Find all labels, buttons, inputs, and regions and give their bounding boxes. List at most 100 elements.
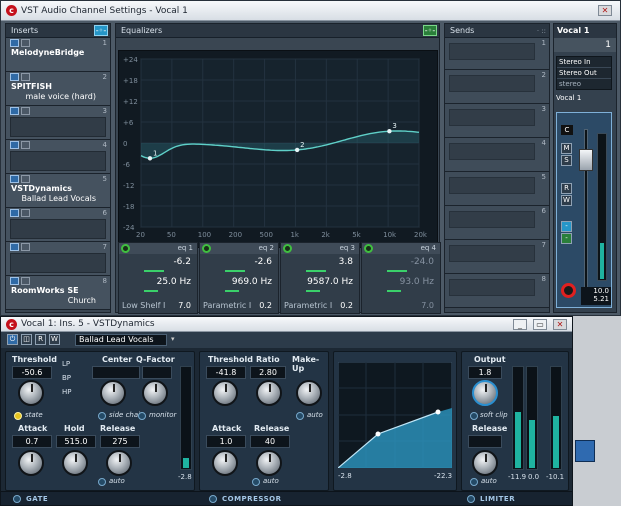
gate-qfactor-value[interactable] — [142, 366, 172, 379]
insert-bypass-icon[interactable] — [21, 73, 30, 81]
eq-bypass-icon[interactable]: -◦- — [423, 25, 437, 36]
eq-bypass-small-icon[interactable]: - — [561, 233, 572, 244]
plugin-bypass-icon[interactable]: ◫ — [21, 334, 32, 345]
insert-slot[interactable]: 1 MelodyneBridge — [6, 38, 110, 72]
send-slot[interactable]: 7 — [445, 240, 549, 274]
close-dynamics-button[interactable]: ✕ — [553, 319, 567, 330]
limiter-output-knob[interactable] — [472, 380, 498, 406]
comp-auto-icon[interactable] — [296, 412, 304, 420]
eq-type-label[interactable]: Parametric I — [203, 301, 251, 310]
send-slot[interactable]: 1 — [445, 38, 549, 70]
insert-bypass-icon[interactable] — [21, 141, 30, 149]
plugin-write-button[interactable]: W — [49, 334, 60, 345]
mute-button[interactable]: M — [561, 143, 572, 154]
limiter-auto-icon[interactable] — [470, 478, 478, 486]
record-enable-icon[interactable] — [561, 283, 576, 298]
comp-attack-knob[interactable] — [212, 450, 238, 476]
empty-insert-field[interactable] — [10, 219, 106, 239]
gate-hold-value[interactable]: 515.0 — [56, 435, 96, 448]
comp-attack-value[interactable]: 1.0 — [206, 435, 246, 448]
eq-type-label[interactable]: Parametric I — [284, 301, 332, 310]
insert-slot[interactable]: 3 — [6, 106, 110, 140]
gate-sidechain-icon[interactable] — [98, 412, 106, 420]
gate-monitor-icon[interactable] — [138, 412, 146, 420]
insert-power-icon[interactable] — [10, 277, 19, 285]
output-routing[interactable]: Stereo Out — [557, 68, 611, 79]
insert-bypass-icon[interactable] — [21, 175, 30, 183]
insert-plugin-name[interactable]: MelodyneBridge — [11, 48, 84, 57]
limiter-output-value[interactable]: 1.8 — [468, 366, 502, 379]
eq-freq-value[interactable]: 9587.0 Hz — [307, 277, 353, 287]
insert-power-icon[interactable] — [10, 243, 19, 251]
send-destination-field[interactable] — [449, 43, 535, 60]
plugin-read-button[interactable]: R — [35, 334, 46, 345]
send-destination-field[interactable] — [449, 109, 535, 126]
comp-ratio-knob[interactable] — [256, 380, 282, 406]
eq-q-value[interactable]: 0.2 — [259, 301, 272, 310]
insert-bypass-icon[interactable] — [21, 107, 30, 115]
insert-slot[interactable]: 4 — [6, 140, 110, 174]
gate-attack-value[interactable]: 0.7 — [12, 435, 52, 448]
gate-qfactor-knob[interactable] — [142, 380, 168, 406]
insert-power-icon[interactable] — [10, 73, 19, 81]
insert-plugin-name[interactable]: SPITFISH — [11, 82, 52, 91]
send-destination-field[interactable] — [449, 75, 535, 92]
gate-state-led-icon[interactable] — [14, 412, 22, 420]
limiter-softclip-icon[interactable] — [470, 412, 478, 420]
send-destination-field[interactable] — [449, 279, 535, 296]
empty-insert-field[interactable] — [10, 253, 106, 273]
send-destination-field[interactable] — [449, 143, 535, 160]
close-window-button[interactable]: ✕ — [598, 5, 612, 16]
comp-release-knob[interactable] — [256, 450, 282, 476]
insert-bypass-icon[interactable] — [21, 277, 30, 285]
preset-menu-icon[interactable]: ▾ — [171, 335, 181, 345]
gate-enable-icon[interactable] — [13, 495, 21, 503]
insert-slot[interactable]: 5 VSTDynamics Ballad Lead Vocals — [6, 174, 110, 208]
dynamics-titlebar[interactable]: c Vocal 1: Ins. 5 - VSTDynamics _ ▭ ✕ — [1, 317, 572, 332]
eq-band-power-icon[interactable] — [283, 244, 292, 253]
plugin-power-icon[interactable]: ⏻ — [7, 334, 18, 345]
eq-curve-display[interactable]: +24 +18 +12 +6 0 -6 -12 -18 -2420 50 100 200 500 1k 2k… — [119, 51, 439, 249]
comp-threshold-knob[interactable] — [212, 380, 238, 406]
gate-release-value[interactable]: 275 — [100, 435, 140, 448]
eq-q-value[interactable]: 7.0 — [421, 301, 434, 310]
eq-gain-value[interactable]: -2.6 — [254, 257, 272, 267]
insert-slot[interactable]: 2 SPITFISH male voice (hard) — [6, 72, 110, 106]
eq-band-power-icon[interactable] — [202, 244, 211, 253]
send-slot[interactable]: 3 — [445, 104, 549, 138]
sends-options-icon[interactable]: · :: — [537, 24, 546, 38]
limiter-enable-icon[interactable] — [467, 495, 475, 503]
gate-attack-knob[interactable] — [18, 450, 44, 476]
insert-preset-name[interactable]: Church — [68, 296, 96, 305]
insert-power-icon[interactable] — [10, 141, 19, 149]
insert-preset-name[interactable]: male voice (hard) — [25, 92, 96, 101]
eq-q-value[interactable]: 0.2 — [340, 301, 353, 310]
send-slot[interactable]: 8 — [445, 274, 549, 308]
gate-auto-icon[interactable] — [98, 478, 106, 486]
insert-power-icon[interactable] — [10, 107, 19, 115]
insert-slot[interactable]: 7 — [6, 242, 110, 276]
inserts-bypass-icon[interactable]: -◦- — [94, 25, 108, 36]
eq-gain-value[interactable]: 3.8 — [339, 257, 353, 267]
eq-freq-value[interactable]: 25.0 Hz — [157, 277, 191, 287]
maximize-button[interactable]: ▭ — [533, 319, 547, 330]
insert-preset-name[interactable]: Ballad Lead Vocals — [21, 194, 96, 203]
send-destination-field[interactable] — [449, 211, 535, 228]
input-routing[interactable]: Stereo In — [557, 57, 611, 68]
eq-freq-value[interactable]: 93.0 Hz — [400, 277, 434, 287]
empty-insert-field[interactable] — [10, 151, 106, 171]
comp-makeup-knob[interactable] — [296, 380, 322, 406]
comp-release-value[interactable]: 40 — [250, 435, 290, 448]
gate-center-value[interactable] — [92, 366, 140, 379]
gate-release-knob[interactable] — [106, 450, 132, 476]
eq-band-power-icon[interactable] — [364, 244, 373, 253]
channel-titlebar[interactable]: c VST Audio Channel Settings - Vocal 1 ✕ — [1, 1, 620, 21]
gate-threshold-value[interactable]: -50.6 — [12, 366, 52, 379]
solo-button[interactable]: S — [561, 155, 572, 166]
compressor-enable-icon[interactable] — [209, 495, 217, 503]
insert-bypass-icon[interactable] — [21, 39, 30, 47]
read-button[interactable]: R — [561, 183, 572, 194]
insert-plugin-name[interactable]: VSTDynamics — [11, 184, 72, 193]
insert-plugin-name[interactable]: RoomWorks SE — [11, 286, 79, 295]
insert-slot[interactable]: 6 — [6, 208, 110, 242]
